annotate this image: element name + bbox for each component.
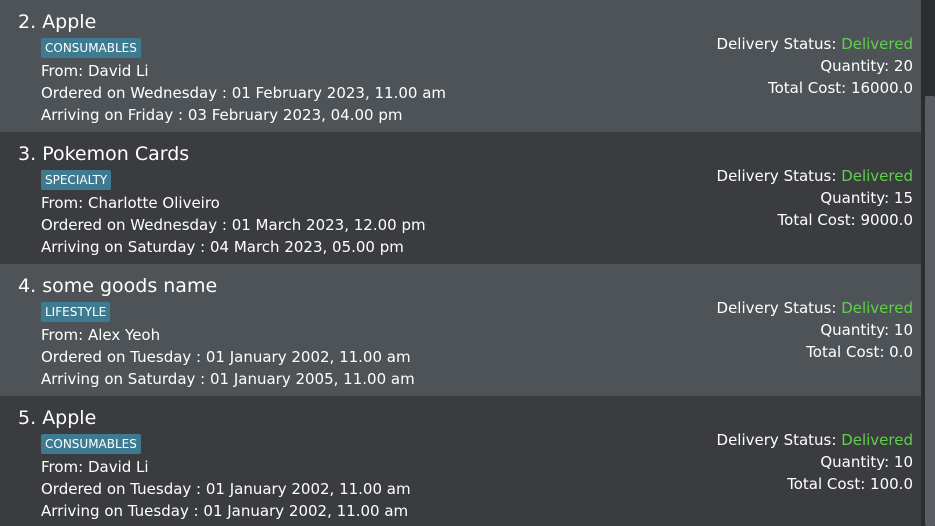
quantity: Quantity: 10 [820, 453, 913, 471]
goods-name: some goods name [42, 275, 218, 297]
list-item[interactable]: 5. Apple CONSUMABLES From: David Li Orde… [0, 396, 921, 526]
order-index: 3. [18, 143, 37, 165]
delivery-status-value: Delivered [841, 299, 913, 317]
ordered-date: Ordered on Tuesday : 01 January 2002, 11… [41, 480, 411, 498]
order-list[interactable]: 2. Apple CONSUMABLES From: David Li Orde… [0, 0, 921, 526]
total-cost: Total Cost: 9000.0 [777, 211, 913, 229]
quantity: Quantity: 15 [820, 189, 913, 207]
list-item[interactable]: 4. some goods name LIFESTYLE From: Alex … [0, 264, 921, 396]
order-title: 5. Apple [18, 405, 96, 431]
order-title: 4. some goods name [18, 273, 217, 299]
quantity: Quantity: 10 [820, 321, 913, 339]
supplier-name: From: David Li [41, 62, 149, 80]
scrollbar-thumb[interactable] [925, 96, 935, 526]
category-tag: CONSUMABLES [41, 434, 141, 454]
list-item[interactable]: 2. Apple CONSUMABLES From: David Li Orde… [0, 0, 921, 132]
supplier-name: From: Charlotte Oliveiro [41, 194, 220, 212]
category-tag: CONSUMABLES [41, 38, 141, 58]
delivery-status: Delivery Status: Delivered [717, 298, 913, 318]
goods-name: Apple [42, 11, 97, 33]
order-index: 2. [18, 11, 37, 33]
order-index: 5. [18, 407, 37, 429]
delivery-status-value: Delivered [841, 167, 913, 185]
delivery-status-label: Delivery Status: [716, 299, 842, 317]
category-tag: LIFESTYLE [41, 302, 111, 322]
ordered-date: Ordered on Tuesday : 01 January 2002, 11… [41, 348, 411, 366]
total-cost: Total Cost: 0.0 [806, 343, 913, 361]
arriving-date: Arriving on Saturday : 04 March 2023, 05… [41, 238, 404, 256]
total-cost: Total Cost: 100.0 [787, 475, 913, 493]
delivery-status: Delivery Status: Delivered [717, 430, 913, 450]
delivery-status-label: Delivery Status: [716, 167, 842, 185]
delivery-status-value: Delivered [841, 35, 913, 53]
delivery-status: Delivery Status: Delivered [717, 166, 913, 186]
order-index: 4. [18, 275, 37, 297]
arriving-date: Arriving on Friday : 03 February 2023, 0… [41, 106, 403, 124]
list-item[interactable]: 3. Pokemon Cards SPECIALTY From: Charlot… [0, 132, 921, 264]
order-title: 2. Apple [18, 9, 96, 35]
supplier-name: From: David Li [41, 458, 149, 476]
total-cost: Total Cost: 16000.0 [768, 79, 913, 97]
order-title: 3. Pokemon Cards [18, 141, 189, 167]
ordered-date: Ordered on Wednesday : 01 February 2023,… [41, 84, 447, 102]
delivery-status: Delivery Status: Delivered [717, 34, 913, 54]
goods-name: Apple [42, 407, 97, 429]
quantity: Quantity: 20 [820, 57, 913, 75]
category-tag: SPECIALTY [41, 170, 112, 190]
delivery-status-label: Delivery Status: [716, 35, 842, 53]
supplier-name: From: Alex Yeoh [41, 326, 161, 344]
arriving-date: Arriving on Tuesday : 01 January 2002, 1… [41, 502, 409, 520]
delivery-status-value: Delivered [841, 431, 913, 449]
goods-name: Pokemon Cards [42, 143, 190, 165]
delivery-status-label: Delivery Status: [716, 431, 842, 449]
ordered-date: Ordered on Wednesday : 01 March 2023, 12… [41, 216, 426, 234]
arriving-date: Arriving on Saturday : 01 January 2005, … [41, 370, 415, 388]
